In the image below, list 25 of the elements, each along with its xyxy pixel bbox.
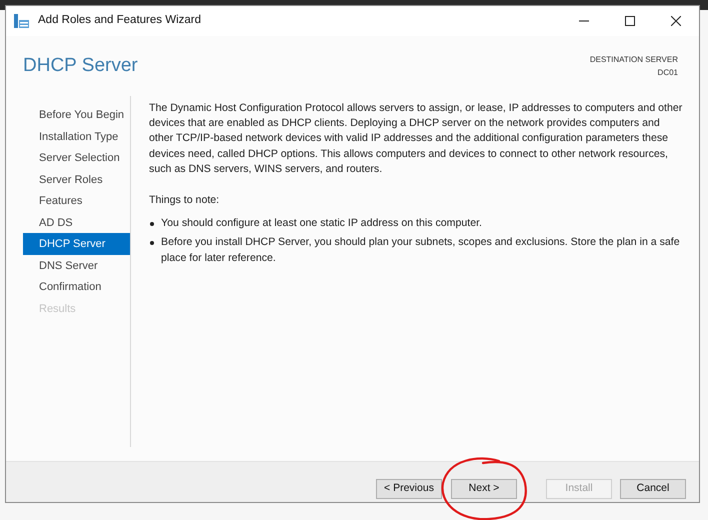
step-item[interactable]: DNS Server bbox=[23, 254, 130, 276]
bullet-icon bbox=[150, 241, 154, 246]
bullet-icon bbox=[150, 222, 154, 226]
step-item[interactable]: Before You Begin bbox=[23, 104, 130, 126]
notes-heading: Things to note: bbox=[149, 193, 220, 208]
step-item[interactable]: Installation Type bbox=[23, 126, 130, 147]
wizard-button[interactable]: < Previous bbox=[376, 478, 442, 499]
description-text: The Dynamic Host Configuration Protocol allows servers to assign, or lease, IP addresses to computers and other devices that are enabled as DHCP clients. Deploying a DHCP server on the network provides computers and other TCP/IP-based network devices with valid IP addresses and the additional configuration parameters these devices need, called DHCP options. This allows computers and devices to connect to other network resources, such as DNS servers, WINS servers, and routers. bbox=[149, 101, 684, 177]
step-item[interactable]: Server Selection bbox=[23, 147, 130, 168]
step-item[interactable]: Features bbox=[23, 190, 130, 212]
step-item[interactable]: Confirmation bbox=[23, 276, 130, 298]
window-title: Add Roles and Features Wizard bbox=[38, 13, 201, 28]
maximize-icon bbox=[625, 16, 635, 26]
page-title: DHCP Server bbox=[23, 54, 138, 78]
wizard-button[interactable]: Next > bbox=[451, 478, 517, 499]
note-text: You should configure at least one static IP address on this computer. bbox=[161, 216, 482, 232]
step-item[interactable]: AD DS bbox=[23, 212, 130, 233]
step-item[interactable]: Server Roles bbox=[23, 168, 130, 190]
close-icon bbox=[671, 16, 681, 26]
step-item[interactable]: DHCP Server bbox=[23, 233, 130, 254]
destination-server: DC01 bbox=[656, 67, 678, 79]
note-text: Before you install DHCP Server, you should plan your subnets, scopes and exclusions. Store the plan in a safe place for later reference. bbox=[161, 235, 681, 266]
destination-label: DESTINATION SERVER bbox=[590, 54, 678, 66]
wizard-button[interactable]: Cancel bbox=[620, 478, 686, 499]
app-icon bbox=[14, 14, 30, 28]
